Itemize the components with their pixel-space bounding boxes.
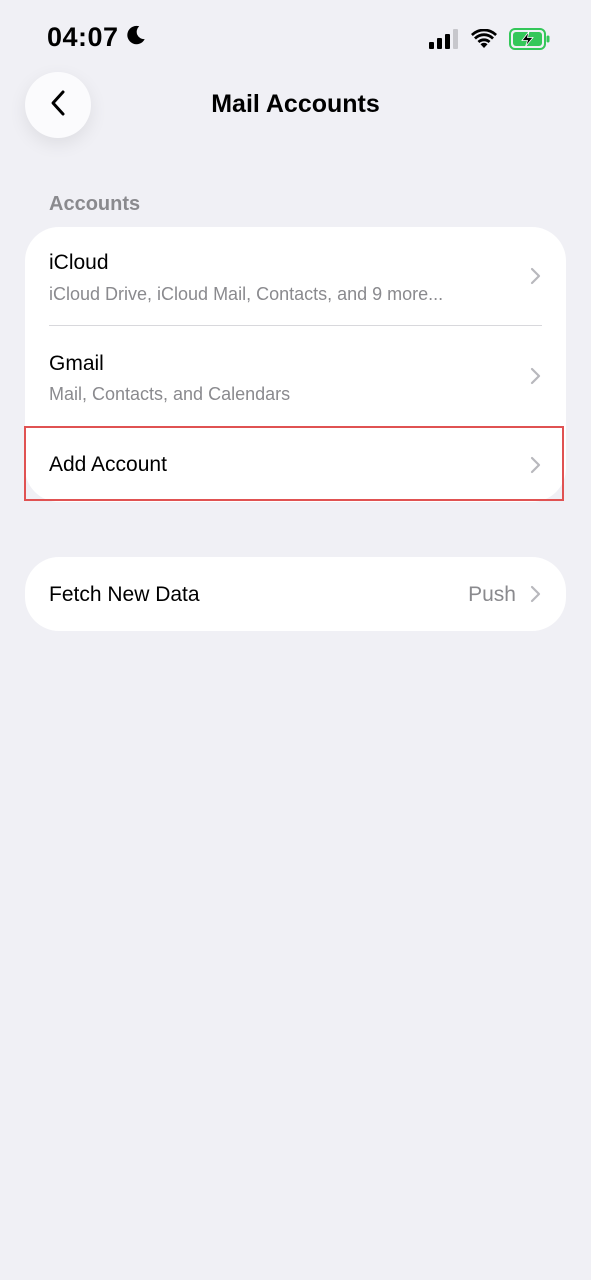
status-time: 04:07 [47, 22, 147, 53]
status-icons [429, 28, 551, 55]
add-account-highlight [24, 426, 564, 501]
account-title: iCloud [49, 251, 109, 274]
account-subtitle: Mail, Contacts, and Calendars [49, 384, 291, 404]
fetch-new-data-row[interactable]: Fetch New Data Push [25, 557, 566, 631]
chevron-right-icon [530, 367, 542, 385]
status-bar: 04:07 [0, 0, 591, 80]
status-time-text: 04:07 [47, 22, 119, 52]
account-row-gmail[interactable]: Gmail Mail, Contacts, and Calendars [25, 326, 566, 426]
account-row-icloud[interactable]: iCloud iCloud Drive, iCloud Mail, Contac… [25, 227, 566, 326]
chevron-right-icon [530, 267, 542, 285]
account-title: Gmail [49, 352, 104, 375]
account-subtitle: iCloud Drive, iCloud Mail, Contacts, and… [49, 284, 444, 304]
cellular-signal-icon [429, 29, 459, 54]
fetch-new-data-label: Fetch New Data [49, 583, 200, 606]
moon-icon [125, 22, 147, 53]
chevron-right-icon [530, 585, 542, 603]
fetch-new-data-value: Push [468, 583, 516, 606]
page-title: Mail Accounts [211, 90, 380, 118]
battery-charging-icon [509, 28, 551, 55]
wifi-icon [471, 28, 497, 54]
section-header-accounts: Accounts [49, 193, 141, 215]
